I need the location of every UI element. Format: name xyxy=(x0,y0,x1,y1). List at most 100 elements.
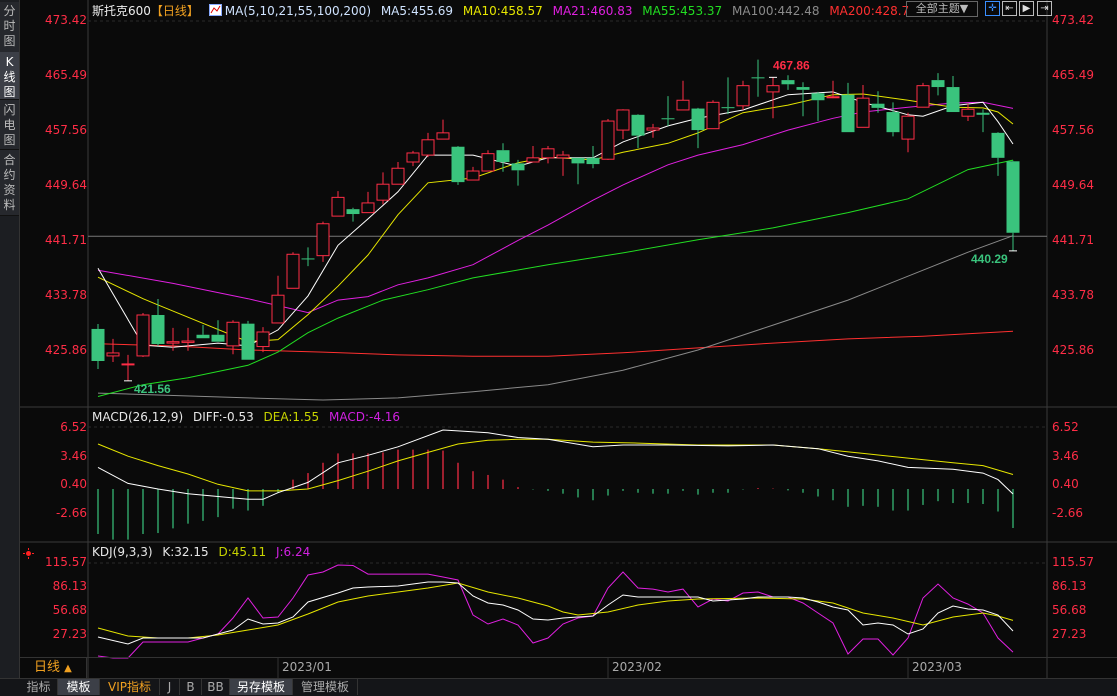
candle-body-down xyxy=(511,163,525,171)
kdj-header: KDJ(9,3,3) K:32.15 D:45.11 J:6.24 xyxy=(92,545,316,559)
indicator-settings-icon[interactable] xyxy=(23,544,34,559)
tab-vip-indicators[interactable]: VIP指标 xyxy=(100,679,160,695)
range-left-icon[interactable]: ⇤ xyxy=(1002,1,1017,16)
candle-body-up xyxy=(316,223,330,257)
candle-body-up xyxy=(601,120,615,160)
macd-tick-right: 3.46 xyxy=(1052,448,1079,463)
candle xyxy=(421,132,435,158)
candle xyxy=(976,109,990,133)
candle-body-down xyxy=(496,150,510,162)
candle xyxy=(736,80,750,110)
kdj-tick-right: 86.13 xyxy=(1052,578,1087,593)
candle xyxy=(691,107,705,149)
kdj-k: K:32.15 xyxy=(162,545,209,559)
candle xyxy=(496,143,510,172)
candle-body-down xyxy=(151,314,165,344)
kdj-d-line xyxy=(97,582,1014,639)
candle xyxy=(106,338,120,362)
symbol-name: 斯托克600 xyxy=(92,4,151,18)
tab-b[interactable]: B xyxy=(180,679,202,695)
candle xyxy=(811,91,825,122)
kdj-j-line xyxy=(97,564,1014,659)
price-tick-left: 441.71 xyxy=(45,233,87,248)
candle xyxy=(856,84,870,128)
candle-body-down xyxy=(571,157,585,164)
macd-tick-right: 6.52 xyxy=(1052,419,1079,434)
candle xyxy=(376,172,390,205)
candle-body-down xyxy=(346,209,360,215)
macd-diff: DIFF:-0.53 xyxy=(192,410,254,424)
tab-j[interactable]: J xyxy=(160,679,180,695)
tab-manage-templates[interactable]: 管理模板 xyxy=(293,679,358,695)
candle xyxy=(526,146,540,163)
candle xyxy=(346,207,360,222)
period-selector[interactable]: 日线 ▲ xyxy=(20,657,87,678)
candle-body-up xyxy=(766,85,780,93)
chart-canvas[interactable]: 467.86 421.56 440.29 xyxy=(0,0,1117,695)
macd-dea-line xyxy=(97,438,1014,492)
tab-template[interactable]: 模板 xyxy=(58,679,100,695)
candle xyxy=(361,191,375,214)
tab-indicators[interactable]: 指标 xyxy=(20,679,58,695)
candle xyxy=(721,77,735,115)
candle xyxy=(766,77,780,119)
candle xyxy=(661,96,675,126)
ma-chart-icon[interactable] xyxy=(208,4,222,16)
candle xyxy=(961,103,975,122)
candle xyxy=(931,73,945,96)
candle-body-up xyxy=(481,153,495,172)
candle-body-up xyxy=(526,157,540,163)
macd-header: MACD(26,12,9) DIFF:-0.53 DEA:1.55 MACD:-… xyxy=(92,410,406,424)
ma5-value: MA5:455.69 xyxy=(380,4,454,18)
tab-bb[interactable]: BB xyxy=(202,679,230,695)
candle xyxy=(556,150,570,176)
ma55-line xyxy=(97,159,1014,397)
candle-body-down xyxy=(1006,161,1020,233)
crosshair-icon[interactable]: ✛ xyxy=(985,1,1000,16)
period-arrow-icon: ▲ xyxy=(64,663,72,674)
kdj-k-line xyxy=(97,581,1014,645)
ma21-value: MA21:460.83 xyxy=(552,4,633,18)
candle-body-down xyxy=(241,323,255,360)
macd-diff-line xyxy=(97,429,1014,500)
candle-body-up xyxy=(616,109,630,131)
ma100-line xyxy=(97,235,1014,401)
kdj-d: D:45.11 xyxy=(218,545,267,559)
candle xyxy=(196,325,210,339)
candle-body-down xyxy=(91,328,105,361)
candle-body-up xyxy=(361,202,375,214)
candle-body-down xyxy=(451,146,465,183)
price-tick-left: 425.86 xyxy=(45,343,87,357)
exit-right-icon[interactable]: ⇥ xyxy=(1037,1,1052,16)
period-tag: 【日线】 xyxy=(150,4,199,18)
candle xyxy=(946,75,960,113)
candle xyxy=(616,109,630,140)
candle-body-up xyxy=(646,127,660,131)
candle-body-down xyxy=(631,114,645,136)
candle-body-up xyxy=(901,115,915,140)
candle xyxy=(256,327,270,353)
candle-body-down xyxy=(931,80,945,88)
kdj-tick-right: 27.23 xyxy=(1052,627,1087,641)
candle xyxy=(481,150,495,172)
candle xyxy=(991,132,1005,176)
period-label: 日线 xyxy=(34,660,61,675)
candle xyxy=(511,159,525,186)
price-tick-right: 473.42 xyxy=(1052,13,1094,27)
date-label: 2023/03 xyxy=(912,660,962,674)
candle-body-down xyxy=(946,87,960,113)
theme-dropdown[interactable]: 全部主题▼ xyxy=(906,1,978,17)
ma10-value: MA10:458.57 xyxy=(462,4,543,18)
candle-body-up xyxy=(961,108,975,117)
candle xyxy=(241,320,255,360)
ma5-line xyxy=(97,91,1014,348)
price-tick-right: 433.78 xyxy=(1052,288,1094,303)
macd-tick-left: 6.52 xyxy=(60,419,87,434)
ma55-value: MA55:453.37 xyxy=(642,4,723,18)
candle xyxy=(601,118,615,160)
macd-tick-left: 0.40 xyxy=(60,477,87,492)
play-right-icon[interactable]: ▶ xyxy=(1019,1,1034,16)
candle-body-up xyxy=(286,253,300,289)
tab-save-template-as[interactable]: 另存模板 xyxy=(230,679,293,695)
candle-body-up xyxy=(541,148,555,159)
